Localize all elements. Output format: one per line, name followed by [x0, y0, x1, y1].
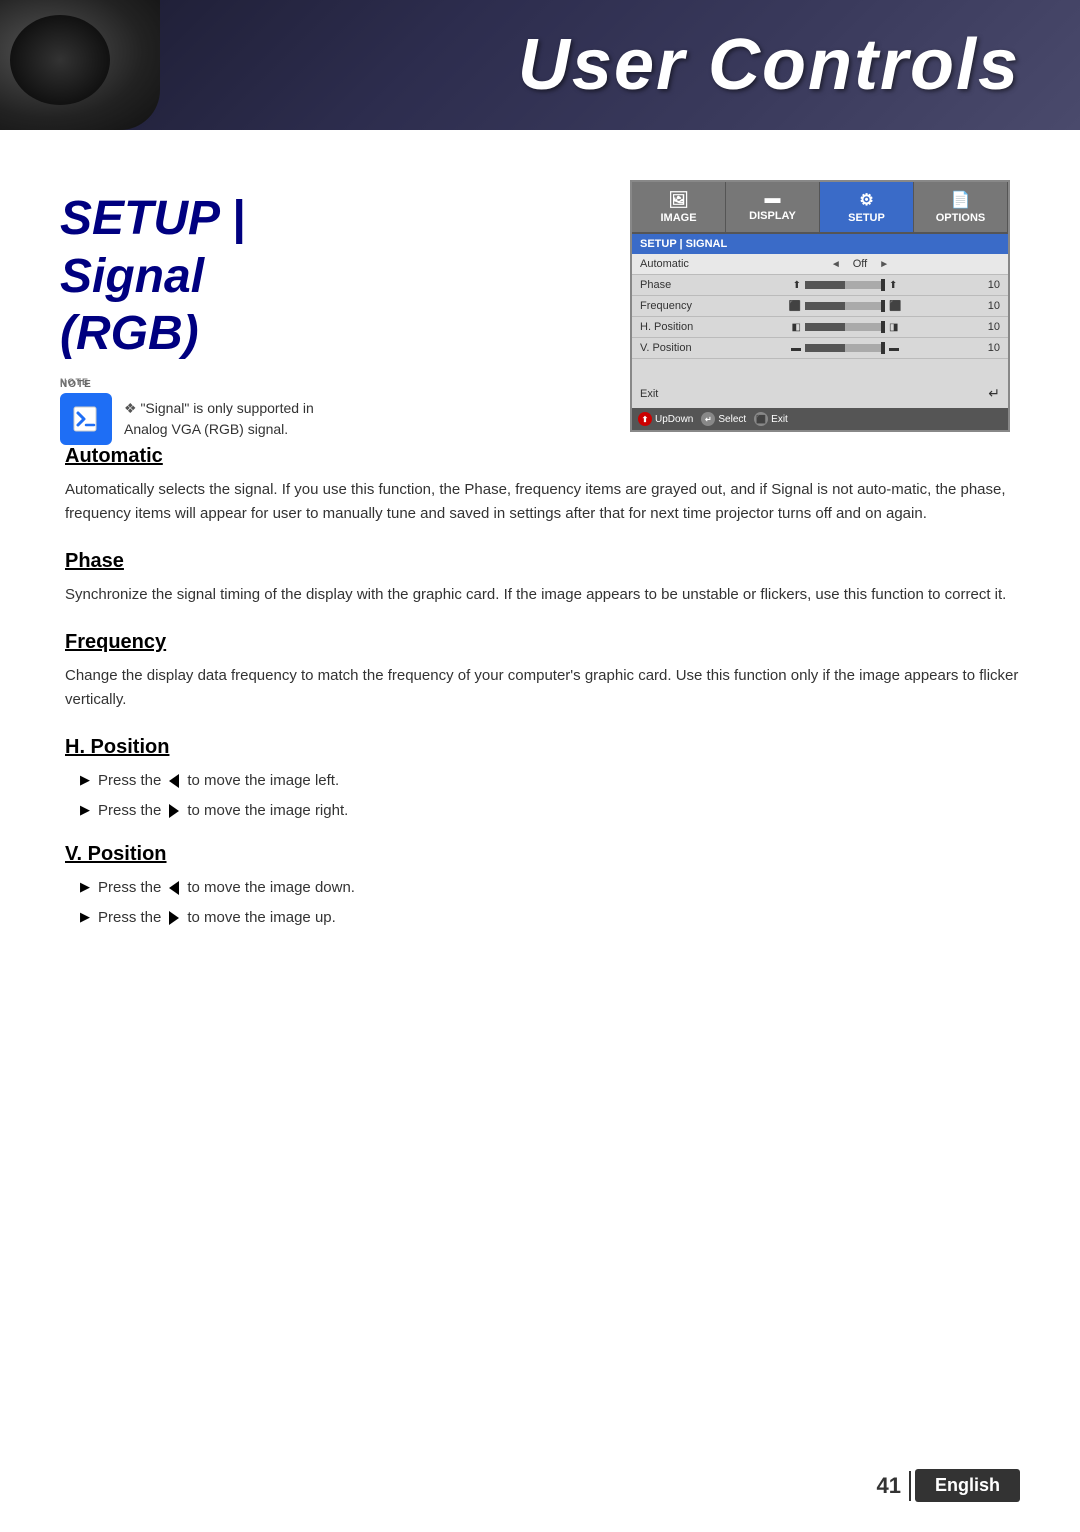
- osd-row-h-position[interactable]: H. Position ◧ ◨ 10: [632, 317, 1008, 338]
- osd-breadcrumb: SETUP | SIGNAL: [632, 234, 1008, 254]
- body-phase: Synchronize the signal timing of the dis…: [60, 583, 1020, 607]
- note-icon: NOTE: [60, 393, 112, 445]
- body-automatic: Automatically selects the signal. If you…: [60, 478, 1020, 526]
- osd-footer-select: ↵ Select: [701, 412, 746, 426]
- osd-tab-options[interactable]: 📄 OPTIONS: [914, 182, 1008, 232]
- osd-tab-setup[interactable]: ⚙ SETUP: [820, 182, 914, 232]
- bullet-arrow-icon: ▶: [80, 770, 90, 791]
- osd-tab-display[interactable]: ▬ DISPLAY: [726, 182, 820, 232]
- bullets-v-position: ▶ Press the to move the image down. ▶ Pr…: [60, 876, 1020, 930]
- page-divider: [909, 1471, 911, 1501]
- osd-footer-updown: ⬆ UpDown: [638, 412, 693, 426]
- page-header: User Controls: [0, 0, 1080, 130]
- osd-row-automatic[interactable]: Automatic ◄ Off ►: [632, 254, 1008, 275]
- content-area: Automatic Automatically selects the sign…: [60, 445, 1020, 930]
- bullet-h-right: ▶ Press the to move the image right.: [80, 799, 1020, 823]
- page-title: User Controls: [518, 24, 1020, 106]
- osd-row-phase[interactable]: Phase ⬆ ⬆ 10: [632, 275, 1008, 296]
- heading-h-position: H. Position: [60, 736, 1020, 759]
- main-content: SETUP | Signal (RGB) NOTE ❖ "Signal" is …: [0, 130, 1080, 1010]
- arrow-right-icon: [169, 804, 179, 818]
- heading-v-position: V. Position: [60, 843, 1020, 866]
- page-language: English: [915, 1469, 1020, 1502]
- setup-title: SETUP | Signal (RGB): [60, 190, 360, 363]
- osd-footer-exit: ⬛ Exit: [754, 412, 788, 426]
- bullet-h-left: ▶ Press the to move the image left.: [80, 769, 1020, 793]
- osd-exit-row[interactable]: Exit ↵: [632, 379, 1008, 408]
- note-box: NOTE ❖ "Signal" is only supported in Ana…: [60, 393, 360, 445]
- bullet-arrow-icon-3: ▶: [80, 877, 90, 898]
- osd-row-v-position[interactable]: V. Position ▬ ▬ 10: [632, 338, 1008, 359]
- note-text: ❖ "Signal" is only supported in Analog V…: [124, 393, 360, 440]
- heading-automatic: Automatic: [60, 445, 1020, 468]
- bullet-v-down: ▶ Press the to move the image down.: [80, 876, 1020, 900]
- heading-frequency: Frequency: [60, 631, 1020, 654]
- bullet-arrow-icon-2: ▶: [80, 800, 90, 821]
- bullet-arrow-icon-4: ▶: [80, 907, 90, 928]
- page-number: 41: [877, 1473, 901, 1499]
- camera-decoration: [0, 0, 160, 130]
- bullet-v-up: ▶ Press the to move the image up.: [80, 906, 1020, 930]
- osd-panel: 🖼 IMAGE ▬ DISPLAY ⚙ SETUP 📄 OPTIONS SETU…: [630, 180, 1010, 432]
- page-footer: 41 English: [877, 1469, 1021, 1502]
- osd-footer: ⬆ UpDown ↵ Select ⬛ Exit: [632, 408, 1008, 430]
- osd-row-frequency[interactable]: Frequency ⬛ ⬛ 10: [632, 296, 1008, 317]
- heading-phase: Phase: [60, 550, 1020, 573]
- body-frequency: Change the display data frequency to mat…: [60, 664, 1020, 712]
- left-section: SETUP | Signal (RGB) NOTE ❖ "Signal" is …: [60, 170, 360, 445]
- osd-tabs: 🖼 IMAGE ▬ DISPLAY ⚙ SETUP 📄 OPTIONS: [632, 182, 1008, 234]
- osd-tab-image[interactable]: 🖼 IMAGE: [632, 182, 726, 232]
- bullets-h-position: ▶ Press the to move the image left. ▶ Pr…: [60, 769, 1020, 823]
- arrow-left-icon-2: [169, 881, 179, 895]
- arrow-right-icon-2: [169, 911, 179, 925]
- arrow-left-icon: [169, 774, 179, 788]
